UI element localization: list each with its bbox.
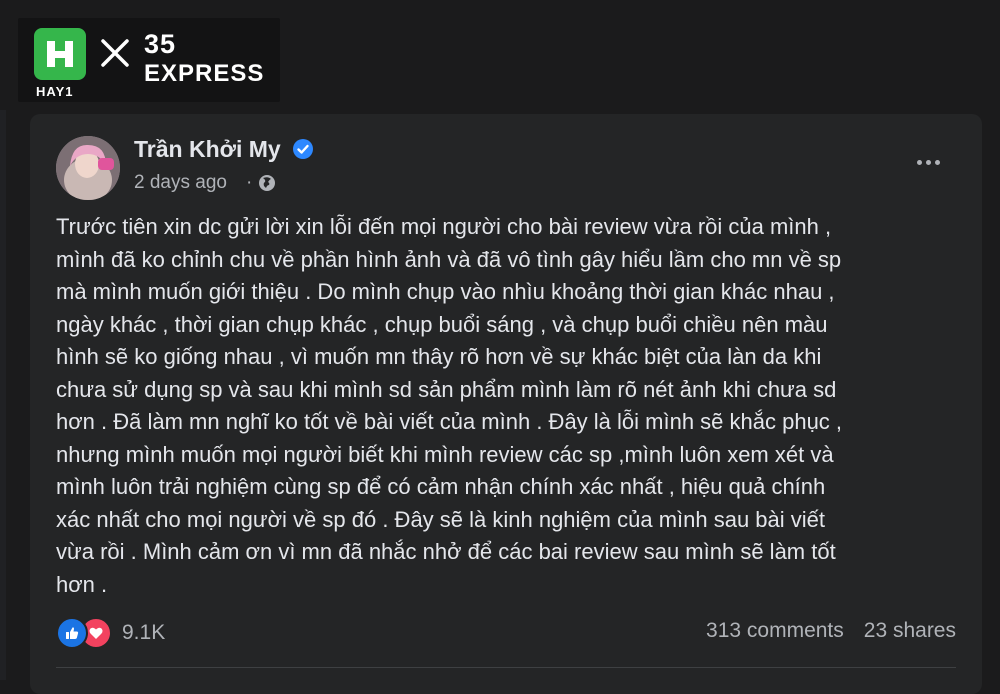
shares-count-link[interactable]: 23 shares <box>864 619 956 643</box>
verified-badge-icon <box>293 139 313 159</box>
comments-count-link[interactable]: 313 comments <box>706 619 844 643</box>
hay1-logo <box>34 28 86 80</box>
brand-watermark: HAY1 35 EXPRESS <box>18 18 280 102</box>
engagement-stats: 313 comments 23 shares <box>706 619 956 643</box>
like-reaction-icon <box>56 617 88 649</box>
partner-logo-number: 35 <box>144 29 177 59</box>
reactions-summary[interactable]: 9.1K <box>56 616 165 650</box>
author-name[interactable]: Trần Khởi My <box>134 136 281 163</box>
globe-icon[interactable] <box>258 174 276 192</box>
post-timestamp[interactable]: 2 days ago <box>134 172 227 194</box>
cross-icon <box>101 39 129 67</box>
hay1-label: HAY1 <box>36 84 74 99</box>
more-options-button[interactable] <box>908 144 948 180</box>
post-body-text: Trước tiên xin dc gửi lời xin lỗi đến mọ… <box>56 214 843 597</box>
avatar-photo <box>56 136 120 200</box>
more-dot-icon <box>934 159 940 165</box>
partner-logo-text: EXPRESS <box>144 60 265 87</box>
post-card: Trần Khởi My 2 days ago · Trước tiên xin… <box>30 114 982 694</box>
meta-separator: · <box>246 172 253 193</box>
more-dot-icon <box>925 159 931 165</box>
reactions-count: 9.1K <box>122 621 166 644</box>
avatar[interactable] <box>56 136 120 200</box>
page-edge <box>0 110 6 680</box>
hay1-h-mark <box>47 41 73 67</box>
action-divider <box>56 667 956 668</box>
more-dot-icon <box>916 159 922 165</box>
